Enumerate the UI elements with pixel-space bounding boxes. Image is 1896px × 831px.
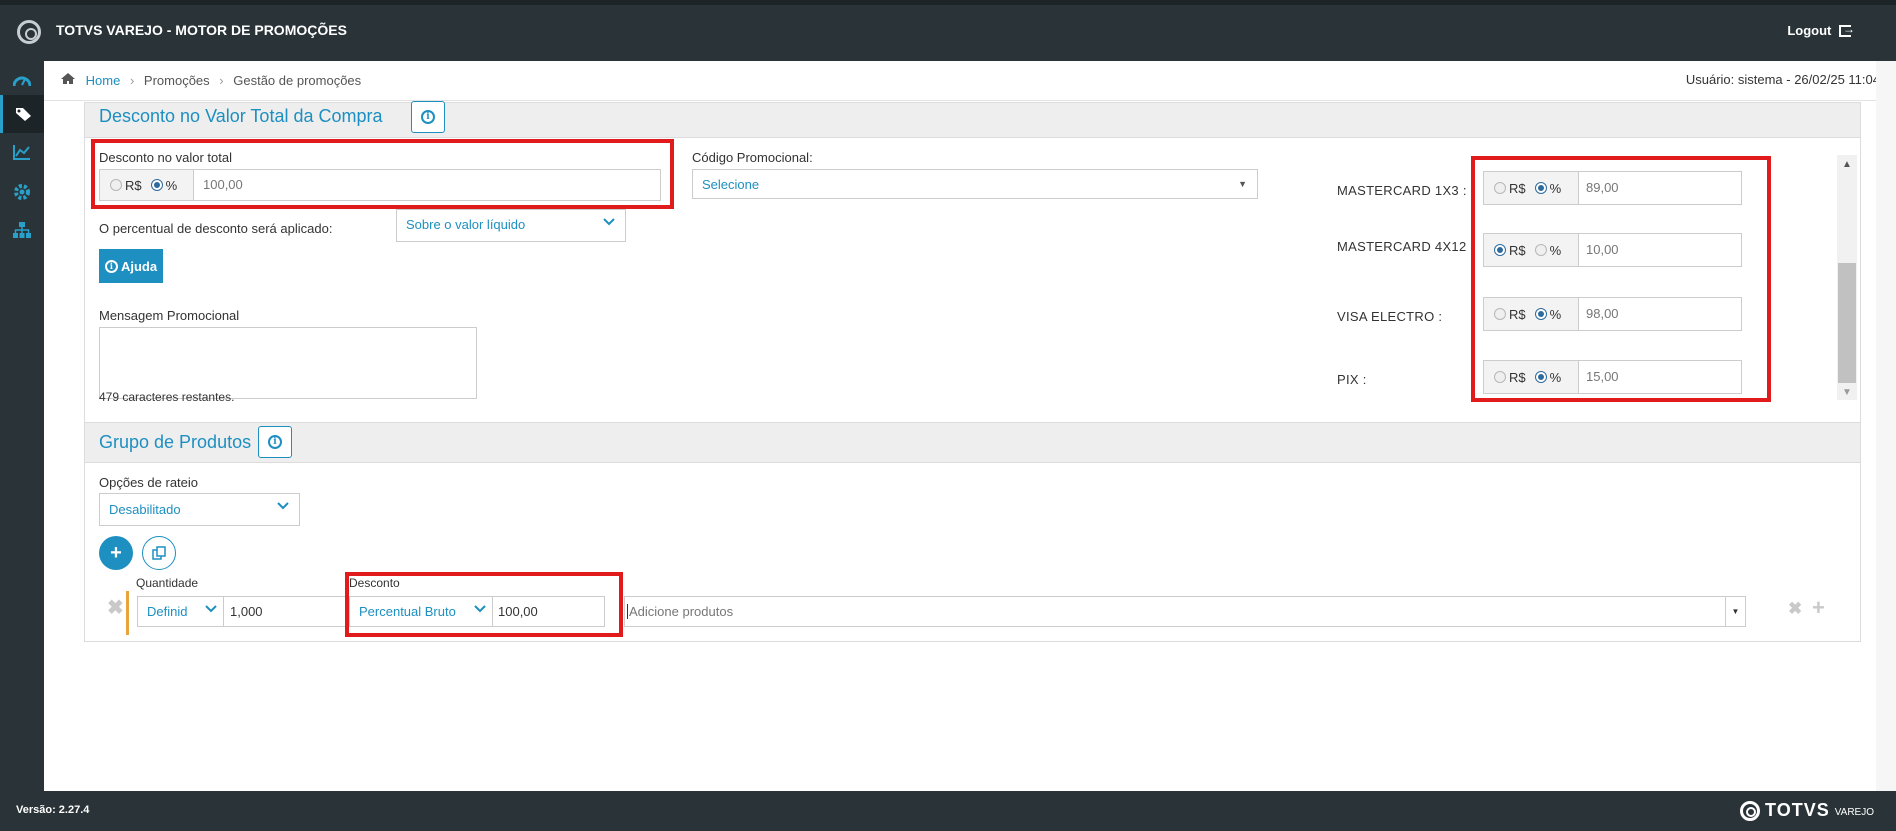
grupo-info-button[interactable]: i (258, 426, 292, 458)
chevron-down-icon (277, 501, 289, 513)
remove-row-icon[interactable]: ✖ (107, 595, 124, 620)
grupo-produtos-panel: Grupo de Produtos i Opções de rateio Des… (84, 422, 1861, 642)
breadcrumb-current: Gestão de promoções (233, 73, 362, 88)
sign-out-icon (1839, 22, 1855, 37)
ajuda-label: Ajuda (120, 258, 158, 274)
logout-button[interactable]: Logout (1787, 22, 1855, 38)
grupo-produtos-header: Grupo de Produtos i (85, 423, 1860, 463)
payment-label: MASTERCARD 1X3 : (1337, 183, 1467, 198)
totvs-logo-icon (17, 20, 41, 44)
scroll-up-icon[interactable]: ▲ (1842, 159, 1852, 170)
caret-down-icon: ▼ (1238, 179, 1247, 189)
quantidade-value: 1,000 (230, 604, 263, 619)
breadcrumb-promocoes[interactable]: Promoções (144, 73, 210, 88)
produtos-search-field[interactable]: Adicione produtos ▼ (624, 596, 1746, 627)
caret-down-icon[interactable]: ▼ (1725, 597, 1745, 626)
brand-logo: TOTVS VAREJO (1740, 800, 1874, 821)
chars-remaining-text: 479 caracteres restantes. (99, 390, 235, 404)
sidebar-item-reports[interactable] (0, 133, 44, 171)
main-content: Desconto no Valor Total da Compra i Desc… (44, 61, 1896, 791)
brand-sub: VAREJO (1834, 807, 1874, 818)
breadcrumb-home-link[interactable]: Home (86, 73, 121, 88)
logout-label: Logout (1787, 23, 1832, 38)
add-group-button[interactable]: + (99, 536, 133, 570)
info-icon: i (104, 259, 118, 273)
payment-label: MASTERCARD 4X12 : (1337, 239, 1475, 254)
breadcrumb-separator: › (129, 73, 135, 88)
dashboard-icon (13, 76, 31, 87)
codigo-promocional-value: Selecione (702, 177, 760, 192)
desconto-panel-title: Desconto no Valor Total da Compra (99, 106, 383, 126)
percentual-aplicado-value: Sobre o valor líquido (406, 217, 526, 232)
highlight-box (1471, 156, 1771, 402)
rateio-value: Desabilitado (109, 502, 181, 517)
home-icon (60, 72, 76, 88)
rateio-select[interactable]: Desabilitado (99, 493, 300, 526)
user-info: Usuário: sistema - 26/02/25 11:04 (1685, 72, 1880, 87)
page-scrollbar[interactable] (1876, 61, 1896, 791)
mensagem-promocional-label: Mensagem Promocional (99, 308, 240, 323)
sitemap-icon (13, 222, 31, 238)
highlight-box (91, 139, 674, 209)
highlight-box (345, 572, 623, 637)
desconto-panel-header: Desconto no Valor Total da Compra i (85, 101, 1860, 138)
percentual-aplicado-select[interactable]: Sobre o valor líquido (396, 209, 626, 242)
quantidade-label: Quantidade (136, 576, 199, 590)
sidebar-item-dashboard[interactable] (0, 61, 44, 99)
mensagem-promocional-textarea[interactable] (99, 327, 477, 399)
breadcrumb-separator: › (219, 73, 224, 88)
chevron-down-icon (603, 217, 615, 229)
quantidade-mode-value: Definid (147, 604, 188, 619)
app-title: TOTVS VAREJO - MOTOR DE PROMOÇÕES (56, 22, 347, 38)
info-icon: i (421, 110, 435, 124)
totvs-logo-icon (1740, 800, 1761, 821)
payment-label: VISA ELECTRO : (1337, 309, 1443, 324)
payment-label: PIX : (1337, 372, 1367, 387)
copy-icon (152, 546, 166, 560)
quantidade-input[interactable]: 1,000 (223, 596, 347, 627)
quantidade-mode-select[interactable]: Definid (137, 596, 224, 627)
grupo-produtos-title: Grupo de Produtos (99, 432, 252, 452)
ajuda-button[interactable]: i Ajuda (99, 249, 163, 283)
row-indicator (126, 591, 129, 635)
sidebar-item-settings[interactable] (0, 173, 44, 211)
produtos-placeholder: Adicione produtos (627, 604, 734, 619)
tags-icon (15, 108, 31, 121)
info-icon: i (268, 435, 282, 449)
gear-icon (14, 184, 30, 200)
add-row-icon[interactable]: + (1812, 595, 1825, 621)
top-bar: TOTVS VAREJO - MOTOR DE PROMOÇÕES Logout (0, 0, 1896, 61)
rateio-label: Opções de rateio (99, 475, 199, 490)
chart-line-icon (13, 145, 30, 160)
chevron-down-icon (205, 604, 217, 616)
breadcrumb: Home › Promoções › Gestão de promoções (60, 72, 361, 88)
scrollbar-thumb[interactable] (1838, 263, 1856, 383)
footer: Versão: 2.27.4 TOTVS VAREJO (0, 791, 1896, 831)
sidebar (0, 61, 44, 791)
codigo-promocional-label: Código Promocional: (692, 150, 813, 165)
payments-scrollbar[interactable]: ▲ ▼ (1837, 155, 1857, 400)
sidebar-item-structure[interactable] (0, 211, 44, 249)
breadcrumb-bar: Home › Promoções › Gestão de promoções U… (44, 61, 1896, 101)
percentual-aplicado-label: O percentual de desconto será aplicado: (99, 221, 333, 236)
codigo-promocional-select[interactable]: Selecione ▼ (692, 169, 1258, 199)
brand-name: TOTVS (1765, 800, 1830, 820)
sidebar-item-promotions[interactable] (0, 95, 44, 133)
clear-row-icon[interactable]: ✖ (1788, 599, 1802, 619)
version-text: Versão: 2.27.4 (16, 804, 90, 816)
scroll-down-icon[interactable]: ▼ (1842, 387, 1852, 398)
desconto-info-button[interactable]: i (411, 101, 445, 133)
copy-group-button[interactable] (142, 536, 176, 570)
desconto-panel: Desconto no Valor Total da Compra i Desc… (84, 101, 1861, 475)
plus-icon: + (110, 541, 122, 564)
